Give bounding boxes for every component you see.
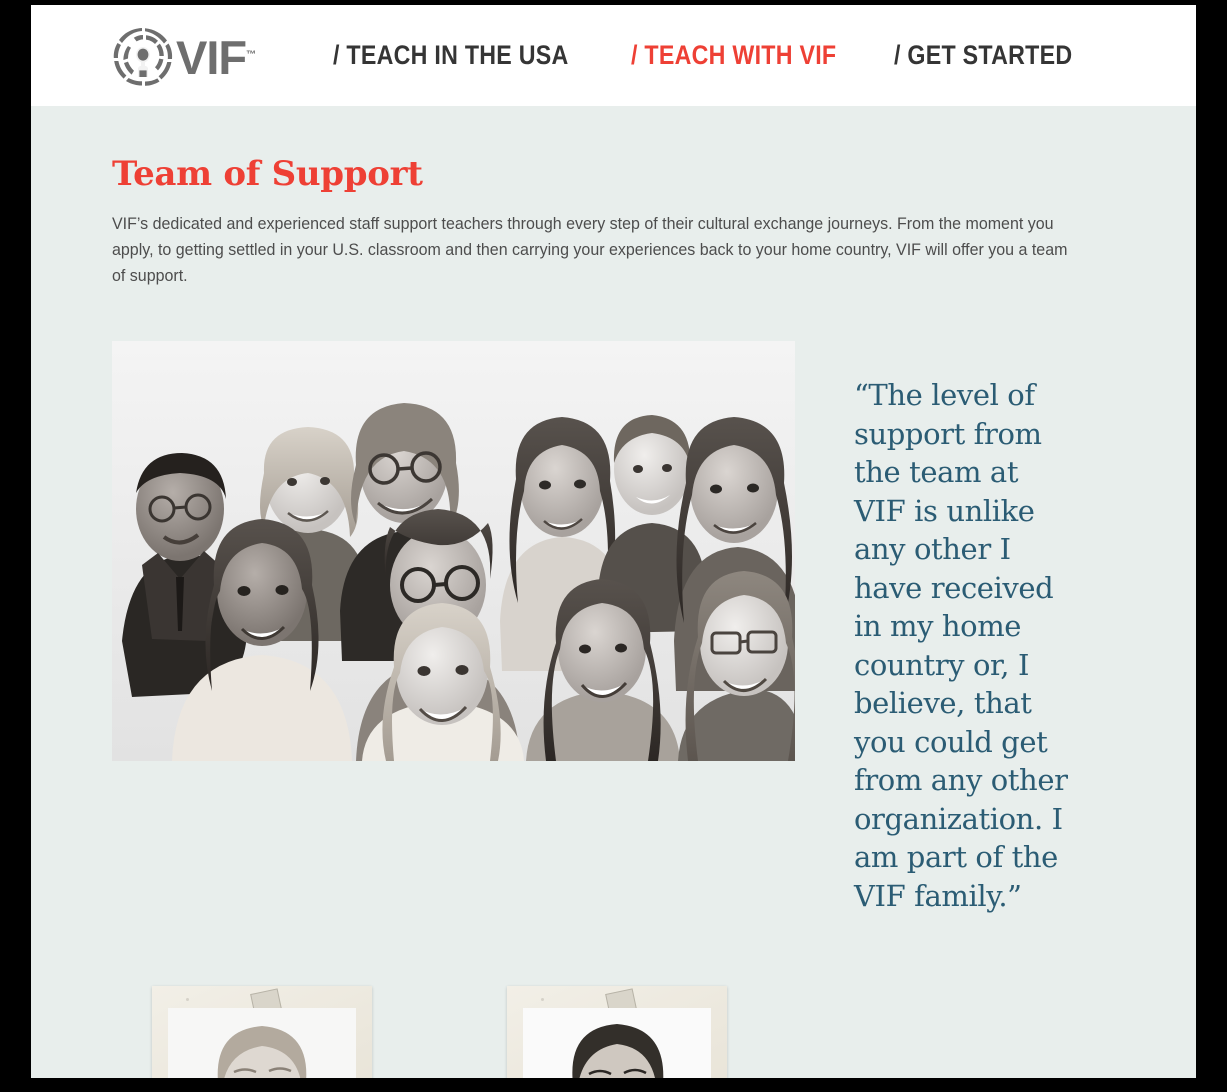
- nav-teach-in-the-usa[interactable]: / TEACH IN THE USA: [333, 40, 569, 71]
- main-content: Team of Support VIF’s dedicated and expe…: [31, 106, 1196, 1078]
- nav-teach-with-vif[interactable]: / TEACH WITH VIF: [631, 40, 836, 71]
- intro-paragraph: VIF’s dedicated and experienced staff su…: [112, 215, 1068, 285]
- logo-trademark: ™: [246, 49, 257, 61]
- hero-section: “The level of support from the team at V…: [112, 341, 1115, 944]
- staff-portrait-row-1: [112, 970, 1115, 1078]
- portrait-image: [523, 1008, 711, 1078]
- globe-icon: [112, 25, 174, 87]
- letterbox-left: [0, 0, 31, 1092]
- paper-speck: [541, 998, 544, 1001]
- paper-speck: [186, 998, 189, 1001]
- browser-screenshot: VIF™ / TEACH IN THE USA / TEACH WITH VIF…: [0, 0, 1227, 1092]
- nav-get-started[interactable]: / GET STARTED: [894, 40, 1072, 71]
- site-header: VIF™ / TEACH IN THE USA / TEACH WITH VIF…: [31, 5, 1196, 106]
- team-group-photo[interactable]: [112, 341, 795, 761]
- site-logo[interactable]: VIF™: [112, 25, 256, 87]
- portrait-image: [168, 1008, 356, 1078]
- logo-wordmark: VIF™: [176, 31, 257, 84]
- letterbox-right: [1196, 0, 1227, 1092]
- staff-portrait-2[interactable]: [507, 986, 727, 1078]
- page-viewport: VIF™ / TEACH IN THE USA / TEACH WITH VIF…: [31, 5, 1196, 1078]
- main-navigation: / TEACH IN THE USA / TEACH WITH VIF / GE…: [333, 40, 1101, 71]
- page-title: Team of Support: [112, 154, 423, 194]
- testimonial-quote: “The level of support from the team at V…: [854, 378, 1068, 913]
- letterbox-bottom: [0, 1078, 1227, 1092]
- staff-portrait-1[interactable]: [152, 986, 372, 1078]
